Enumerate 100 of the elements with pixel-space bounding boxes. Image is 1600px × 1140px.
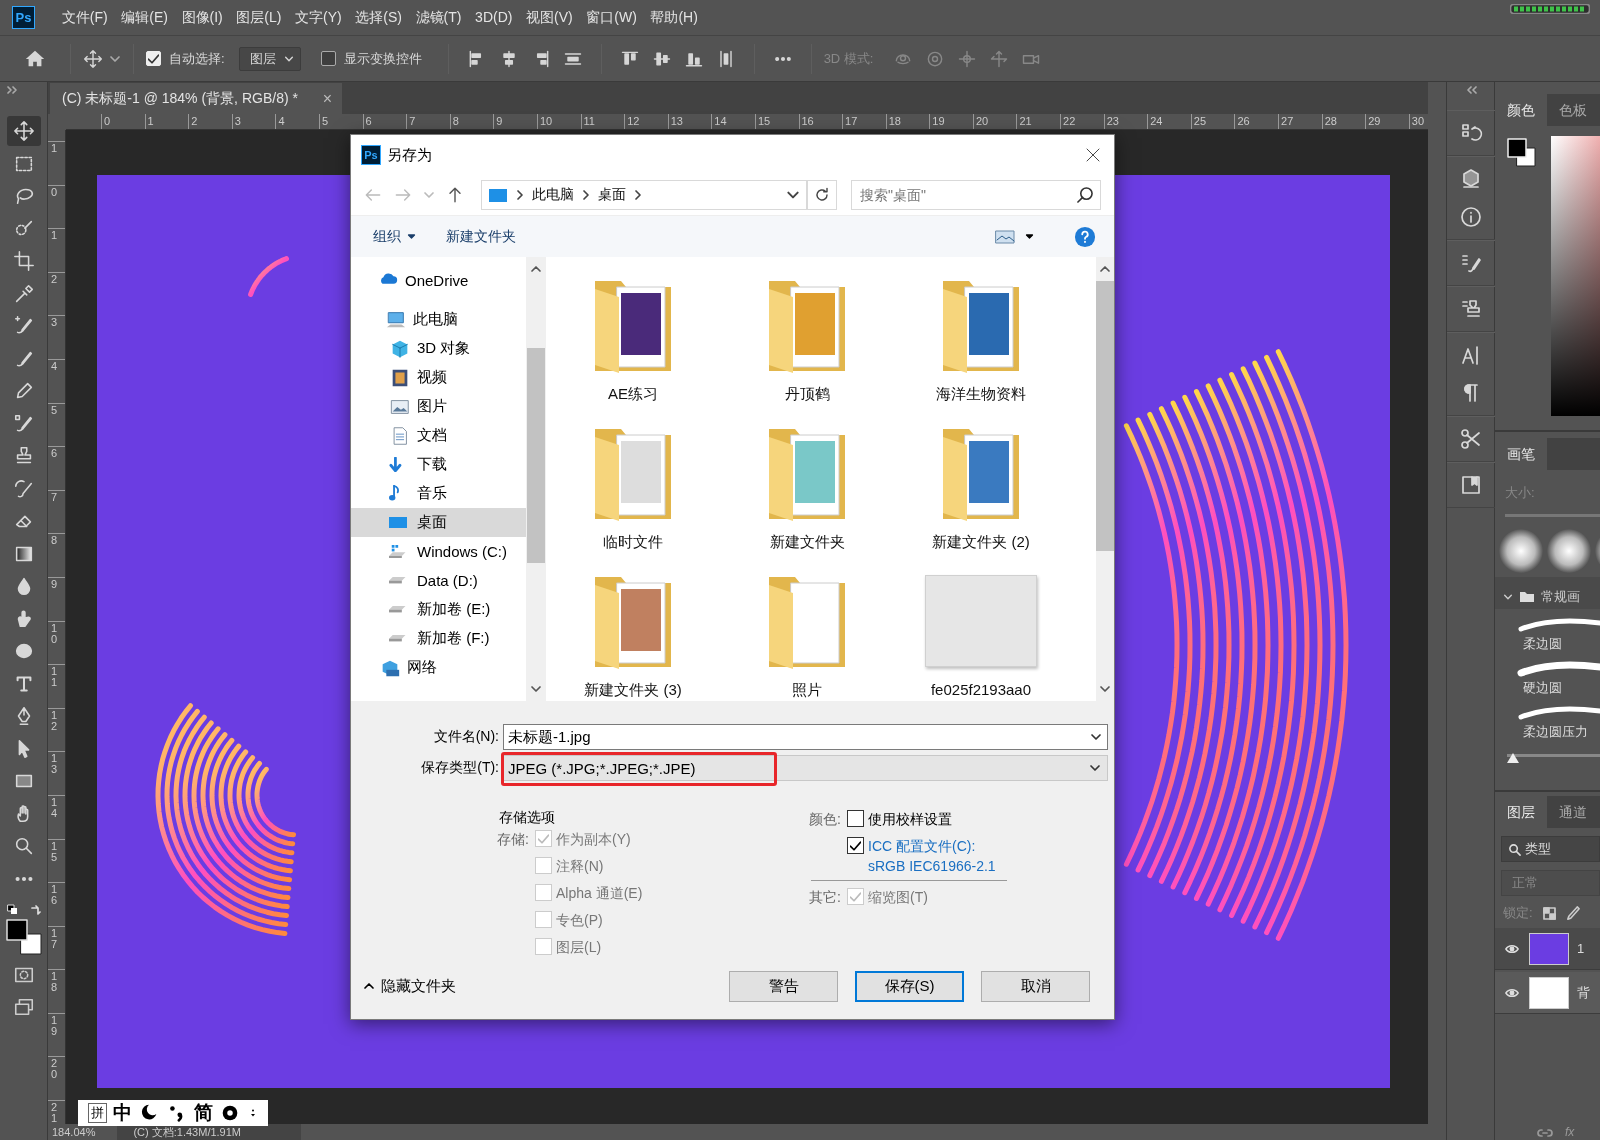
file-name[interactable]: 照片 <box>792 681 822 700</box>
scrollbar[interactable] <box>1096 257 1114 701</box>
brush-preset-name[interactable]: 柔边圆 <box>1517 633 1600 653</box>
dialog-button[interactable]: 取消 <box>981 970 1090 1002</box>
file-name[interactable]: 丹顶鹤 <box>784 385 830 404</box>
file-name[interactable]: AE练习 <box>608 385 658 404</box>
file-name[interactable]: 临时文件 <box>603 533 663 552</box>
dialog-button[interactable]: 保存(S) <box>855 970 964 1002</box>
chevron-icon[interactable] <box>632 189 644 201</box>
menu-item[interactable]: 选择(S) <box>348 0 409 35</box>
nav-item[interactable]: Windows (C:) <box>351 537 526 566</box>
lock-pixels-icon[interactable] <box>1542 906 1556 920</box>
menu-item[interactable]: 文件(F) <box>55 0 115 35</box>
menu-item[interactable]: 视图(V) <box>519 0 580 35</box>
organize-button[interactable]: 组织 <box>373 227 416 246</box>
nav-item[interactable]: 此电脑 <box>351 305 526 334</box>
brush-preset-name[interactable]: 柔边圆压力 <box>1517 721 1600 741</box>
scroll-thumb[interactable] <box>527 348 545 563</box>
help-icon[interactable] <box>1074 225 1096 248</box>
search-field[interactable]: 搜索"桌面" <box>851 180 1101 210</box>
nav-item[interactable]: 网络 <box>351 653 526 682</box>
color-swatches-icon[interactable] <box>1507 138 1537 168</box>
new-folder-button[interactable]: 新建文件夹 <box>446 227 516 246</box>
scrollbar[interactable] <box>526 257 546 701</box>
slider-thumb[interactable] <box>1507 753 1519 763</box>
panel-tab[interactable]: 画笔 <box>1495 438 1547 470</box>
layer-name[interactable]: 背 <box>1577 983 1590 1002</box>
nav-item[interactable]: 桌面 <box>351 508 526 537</box>
menu-item[interactable]: 文字(Y) <box>288 0 349 35</box>
move-icon[interactable] <box>83 48 103 69</box>
panel-tab[interactable]: 色板 <box>1547 94 1599 126</box>
nav-item[interactable]: 3D 对象 <box>351 334 526 363</box>
layer-row[interactable]: 背 <box>1495 972 1600 1014</box>
hide-folders-button[interactable]: 隐藏文件夹 <box>363 976 456 996</box>
caret-icon[interactable] <box>1025 232 1034 241</box>
address-bar[interactable]: 此电脑 桌面 <box>481 180 807 210</box>
swap-icon[interactable] <box>28 904 41 916</box>
caret-icon[interactable] <box>1090 731 1102 743</box>
filter-dropdown[interactable]: 类型 <box>1501 836 1600 862</box>
color-field[interactable] <box>1551 136 1600 416</box>
brush-tip-preview[interactable] <box>1499 529 1543 573</box>
file-name[interactable]: 新建文件夹 <box>769 533 845 552</box>
checkbox-label[interactable]: 使用校样设置 <box>868 809 952 829</box>
menu-item[interactable]: 帮助(H) <box>643 0 705 35</box>
scroll-up-icon[interactable] <box>1099 263 1111 275</box>
breadcrumb-item[interactable]: 桌面 <box>598 186 626 204</box>
input-mode-button[interactable]: 拼 <box>88 1103 107 1123</box>
document-info[interactable]: (C) 文档:1.43M/1.91M <box>117 1124 302 1140</box>
layer-dropdown[interactable]: 图层 <box>238 46 301 71</box>
file-name[interactable]: 海洋生物资料 <box>936 385 1026 404</box>
file-type-dropdown[interactable]: JPEG (*.JPG;*.JPEG;*.JPE) <box>503 755 1108 781</box>
screen-mode-icon[interactable] <box>12 996 35 1018</box>
layer-row[interactable]: 1 <box>1495 928 1600 970</box>
view-icon[interactable] <box>995 228 1015 245</box>
default-colors-icon[interactable] <box>6 904 19 916</box>
checkbox-label[interactable]: ICC 配置文件(C): <box>868 836 996 856</box>
collapse-icon[interactable] <box>1464 84 1477 96</box>
close-icon[interactable] <box>1084 146 1102 164</box>
dialog-button[interactable]: 警告 <box>729 970 838 1002</box>
chevron-icon[interactable] <box>514 189 526 201</box>
nav-item[interactable]: Data (D:) <box>351 566 526 595</box>
checkbox[interactable] <box>320 51 336 66</box>
nav-item[interactable]: OneDrive <box>351 265 526 295</box>
document-tab[interactable]: (C) 未标题-1 @ 184% (背景, RGB/8) * × <box>50 83 342 114</box>
refresh-icon[interactable] <box>807 180 837 210</box>
brush-tip-preview[interactable] <box>1547 529 1591 573</box>
brush-preset-name[interactable]: 硬边圆 <box>1517 677 1600 697</box>
nav-item[interactable]: 音乐 <box>351 479 526 508</box>
file-name-field[interactable]: 未标题-1.jpg <box>503 724 1108 750</box>
scroll-down-icon[interactable] <box>530 683 542 695</box>
layer-name[interactable]: 1 <box>1577 941 1585 956</box>
menu-item[interactable]: 图像(I) <box>174 0 230 35</box>
menu-item[interactable]: 3D(D) <box>468 0 520 35</box>
scroll-up-icon[interactable] <box>530 263 542 275</box>
nav-item[interactable]: 新加卷 (E:) <box>351 595 526 624</box>
info-icon[interactable] <box>1458 205 1483 229</box>
chevron-icon[interactable] <box>1503 592 1513 602</box>
file-name[interactable]: fe025f2193aa0 <box>930 681 1032 698</box>
close-tab-button[interactable]: × <box>322 89 332 108</box>
nav-item[interactable]: 视频 <box>351 363 526 392</box>
checkbox[interactable] <box>847 810 864 827</box>
panel-tab[interactable]: 通道 <box>1547 796 1599 828</box>
input-mode-button[interactable]: 简 <box>194 1100 213 1126</box>
input-mode-button[interactable]: 中 <box>113 1100 132 1126</box>
file-name[interactable]: 新建文件夹 (3) <box>584 681 682 700</box>
scroll-down-icon[interactable] <box>1099 683 1111 695</box>
menu-item[interactable]: 编辑(E) <box>114 0 175 35</box>
file-name[interactable]: 新建文件夹 (2) <box>932 533 1030 552</box>
chevron-icon[interactable] <box>580 189 592 201</box>
nav-item[interactable]: 图片 <box>351 392 526 421</box>
panel-tab[interactable]: 颜色 <box>1495 94 1547 126</box>
nav-item[interactable]: 文档 <box>351 421 526 450</box>
preview-size-slider[interactable] <box>1507 751 1600 763</box>
move-icon[interactable] <box>6 116 41 146</box>
scissors-icon[interactable] <box>1458 427 1483 451</box>
checkbox[interactable] <box>847 837 864 854</box>
breadcrumb-item[interactable]: 此电脑 <box>532 186 574 204</box>
menu-item[interactable]: 窗口(W) <box>579 0 644 35</box>
nav-item[interactable]: 下载 <box>351 450 526 479</box>
scroll-thumb[interactable] <box>1096 281 1114 551</box>
